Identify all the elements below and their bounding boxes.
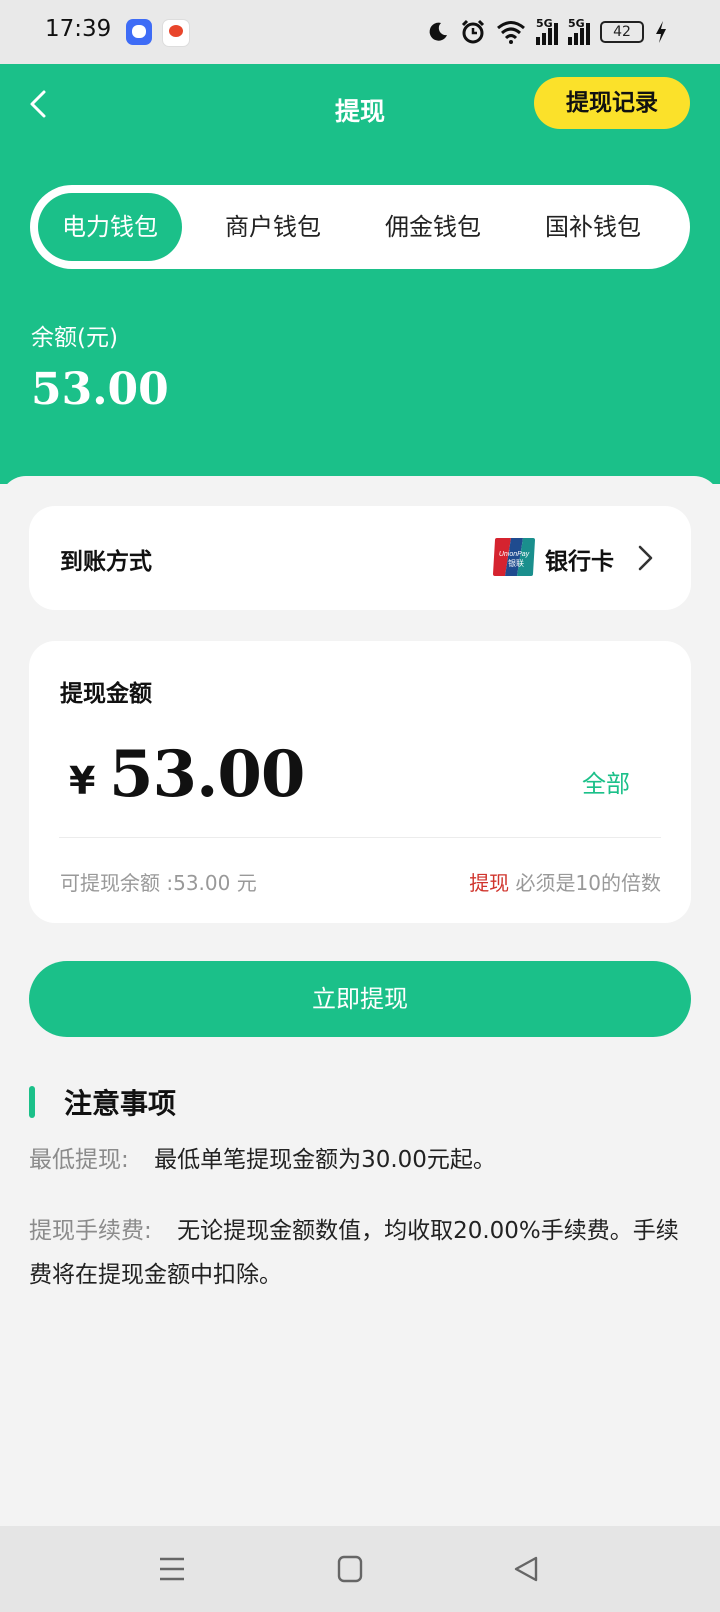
charging-icon [656,21,666,43]
wallet-tab-bar: 电力钱包 商户钱包 佣金钱包 国补钱包 [30,185,690,269]
withdraw-record-button[interactable]: 提现记录 [534,77,690,129]
tab-commission-wallet[interactable]: 佣金钱包 [360,193,506,261]
tab-subsidy-wallet[interactable]: 国补钱包 [520,193,666,261]
withdraw-amount-card: 提现金额 ¥ 53.00 全部 可提现余额 :53.00 元 提现 必须是10的… [29,641,691,923]
currency-symbol: ¥ [69,759,96,803]
withdraw-rule-rest: 必须是10的倍数 [509,871,661,895]
status-icons: 5G 5G 42 [426,16,668,48]
notes-accent-bar [29,1086,35,1118]
svg-text:UnionPay: UnionPay [499,551,530,558]
app-notification-icon [162,19,190,47]
battery-icon: 42 [600,21,644,43]
withdraw-amount-label: 提现金额 [60,681,152,707]
withdraw-amount-input[interactable]: 53.00 [109,737,305,812]
menu-icon[interactable] [158,1554,186,1584]
signal-icon: 5G [568,17,590,45]
status-time: 17:39 [45,16,112,42]
withdraw-now-button[interactable]: 立即提现 [29,961,691,1037]
status-bar: 17:39 5G 5G 42 [0,0,720,64]
tab-power-wallet[interactable]: 电力钱包 [38,193,182,261]
note-text: 最低单笔提现金额为30.00元起。 [154,1147,496,1173]
network-type-label: 5G [536,17,553,30]
signal-icon: 5G [536,17,558,45]
balance-label: 余额(元) [31,325,118,351]
system-nav-bar [0,1526,720,1612]
balance-value: 53.00 [31,364,169,415]
home-icon[interactable] [336,1554,364,1584]
note-key: 最低提现: [29,1147,129,1173]
available-balance-text: 可提现余额 :53.00 元 [60,871,257,895]
payout-method-row[interactable]: 到账方式 UnionPay 银联 银行卡 [29,506,691,610]
withdraw-rule-text: 提现 必须是10的倍数 [469,867,661,896]
network-type-label: 5G [568,17,585,30]
alarm-icon [461,19,485,44]
payout-method-label: 到账方式 [60,549,152,575]
app-notification-icon [126,19,152,45]
note-item: 最低提现: 最低单笔提现金额为30.00元起。 [29,1138,689,1182]
moon-icon [429,22,447,41]
divider [59,837,661,838]
wifi-icon [497,21,525,44]
header: 提现 提现记录 电力钱包 商户钱包 佣金钱包 国补钱包 余额(元) 53.00 [0,64,720,484]
note-item: 提现手续费: 无论提现金额数值，均收取20.00%手续费。手续费将在提现金额中扣… [29,1209,689,1297]
withdraw-all-button[interactable]: 全部 [582,764,630,799]
notes-title: 注意事项 [64,1087,177,1120]
svg-text:银联: 银联 [508,558,524,568]
chevron-right-icon [638,545,653,571]
note-key: 提现手续费: [29,1218,152,1244]
payout-method-value: 银行卡 [545,549,614,575]
unionpay-icon: UnionPay 银联 [493,538,535,576]
main-sheet: 到账方式 UnionPay 银联 银行卡 提现金额 ¥ 53.00 全部 可提现… [0,476,720,1526]
tab-merchant-wallet[interactable]: 商户钱包 [200,193,346,261]
back-nav-icon[interactable] [512,1554,540,1584]
withdraw-rule-highlight: 提现 [469,871,510,895]
